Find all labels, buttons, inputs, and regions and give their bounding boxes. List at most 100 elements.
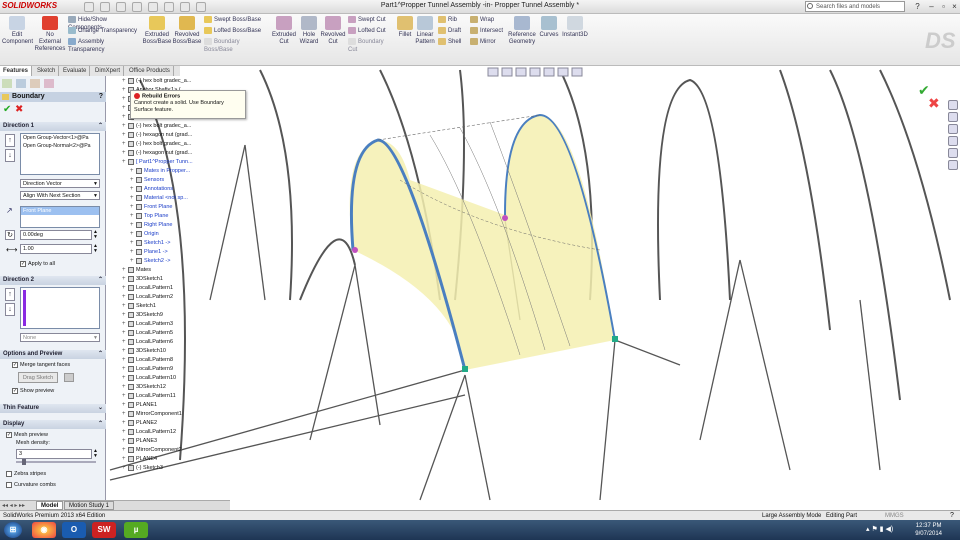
tree-item[interactable]: + Sketch2 -> xyxy=(130,257,170,265)
chrome-icon[interactable]: ◉ xyxy=(32,522,56,538)
tree-item[interactable]: + LocalLPattern8 xyxy=(122,356,173,364)
tab-motion-study[interactable]: Motion Study 1 xyxy=(64,501,115,510)
direction1-header[interactable]: Direction 1 ⌃ xyxy=(0,122,106,131)
tree-item[interactable]: + LocalLPattern10 xyxy=(122,374,176,382)
tree-item[interactable]: + (-) hex bolt gradec_a... xyxy=(122,140,191,148)
tree-item[interactable]: + LocalLPattern3 xyxy=(122,320,173,328)
selected-reference[interactable]: Front Plane xyxy=(21,207,99,215)
view-palette-tab-icon[interactable] xyxy=(948,136,958,146)
tree-item[interactable]: + Plane1 -> xyxy=(130,248,168,256)
tree-item[interactable]: + MirrorComponent1 xyxy=(122,410,182,418)
options-header[interactable]: Options and Preview ⌃ xyxy=(0,350,106,359)
hole-wizard-button[interactable]: Hole Wizard xyxy=(298,16,320,46)
tree-item[interactable]: +3DSketch1 xyxy=(122,275,163,283)
change-transparency-button[interactable]: Change Transparency xyxy=(68,27,140,35)
restore-button[interactable]: ▫ xyxy=(938,1,949,12)
minimize-button[interactable]: – xyxy=(926,1,937,12)
start-button-icon[interactable]: ⊞ xyxy=(4,522,22,538)
ok-button[interactable]: ✔ xyxy=(3,104,11,115)
move-up-button[interactable]: ↑ xyxy=(5,134,15,147)
tree-item[interactable]: + (-) Sketch3 xyxy=(122,464,163,472)
instant3d-button[interactable]: Instant3D xyxy=(560,16,590,39)
shell-button[interactable]: Shell xyxy=(438,38,470,46)
boundary-cut-button[interactable]: Boundary Cut xyxy=(348,38,394,54)
alignment-select[interactable]: Align With Next Section ▼ xyxy=(20,191,100,200)
list-item[interactable]: Open Group-Normal<2>@Pa xyxy=(21,142,99,150)
resources-tab-icon[interactable] xyxy=(948,100,958,110)
slider-thumb[interactable] xyxy=(22,459,26,465)
density-spinner-icon[interactable]: ▲ ▼ xyxy=(93,449,98,459)
angle-input[interactable]: 0.00deg xyxy=(20,230,92,240)
graphics-viewport[interactable]: ✔ ✖ xyxy=(108,66,960,510)
connector-point[interactable] xyxy=(612,336,618,342)
assembly-transparency-button[interactable]: Assembly Transparency xyxy=(68,38,140,54)
tree-item[interactable]: + LocalLPattern12 xyxy=(122,428,176,436)
tree-item[interactable]: + Annotations xyxy=(130,185,173,193)
wrap-button[interactable]: Wrap xyxy=(470,16,506,24)
help-icon[interactable]: ? xyxy=(912,1,923,12)
property-manager-tab-icon[interactable] xyxy=(16,79,26,88)
tangent-length-input[interactable]: 1.00 xyxy=(20,244,92,254)
direction1-curves-list[interactable]: Open Group-Vector<1>@Pa Open Group-Norma… xyxy=(20,133,100,175)
extruded-boss-button[interactable]: Extruded Boss/Base xyxy=(142,16,172,46)
tree-item[interactable]: +3DSketch12 xyxy=(122,383,166,391)
search-input[interactable]: Search files and models xyxy=(805,1,905,12)
move-down-button[interactable]: ↓ xyxy=(5,149,15,162)
tree-item[interactable]: + Sensors xyxy=(130,176,164,184)
tree-item[interactable]: + LocalLPattern6 xyxy=(122,338,173,346)
custom-properties-tab-icon[interactable] xyxy=(948,160,958,170)
tree-item[interactable]: +3DSketch9 xyxy=(122,311,163,319)
previous-view-icon[interactable] xyxy=(515,67,527,77)
display-style-icon[interactable] xyxy=(557,67,569,77)
extruded-cut-button[interactable]: Extruded Cut xyxy=(270,16,298,46)
tab-features[interactable]: Features xyxy=(0,66,33,76)
tree-item[interactable]: + Mates xyxy=(122,266,151,274)
mesh-density-input[interactable]: 3 xyxy=(16,449,92,459)
no-external-references-button[interactable]: No External References xyxy=(34,16,66,53)
tab-sketch[interactable]: Sketch xyxy=(34,66,60,76)
clock[interactable]: 12:37 PM 9/07/2014 xyxy=(915,522,942,538)
reverse-direction-icon[interactable]: ↻ xyxy=(5,230,15,240)
tree-item[interactable]: + PLANE1 xyxy=(122,401,157,409)
edit-component-button[interactable]: Edit Component xyxy=(2,16,33,46)
tree-item[interactable]: + (-) hex bolt gradec_a... xyxy=(122,77,191,85)
direction2-tangent-select[interactable]: None ▼ xyxy=(20,333,100,342)
lofted-cut-button[interactable]: Lofted Cut xyxy=(348,27,394,35)
zebra-stripes-checkbox[interactable]: Zebra stripes xyxy=(6,470,46,478)
utorrent-icon[interactable]: µ xyxy=(124,522,148,538)
tree-item[interactable]: + PLANE3 xyxy=(122,437,157,445)
endpoint-marker[interactable] xyxy=(352,247,358,253)
tree-item[interactable]: + (-) hexagon nut (grad... xyxy=(122,149,192,157)
mesh-density-slider[interactable] xyxy=(16,461,96,463)
reference-geometry-button[interactable]: Reference Geometry xyxy=(506,16,538,46)
curvature-combs-checkbox[interactable]: Curvature combs xyxy=(6,481,56,489)
tree-item[interactable]: + (-) hex bolt gradec_a... xyxy=(122,122,191,130)
tree-item[interactable]: + Sketch1 -> xyxy=(130,239,170,247)
tree-item[interactable]: +[ Part1^Propper Tunn... xyxy=(122,158,193,166)
undo-sketch-drag-icon[interactable] xyxy=(64,373,74,382)
solidworks-taskbar-icon[interactable]: SW xyxy=(92,522,116,538)
swept-boss-button[interactable]: Swept Boss/Base xyxy=(204,16,270,24)
outlook-icon[interactable]: O xyxy=(62,522,86,538)
lofted-boss-button[interactable]: Lofted Boss/Base xyxy=(204,27,270,35)
tree-item[interactable]: + Origin xyxy=(130,230,159,238)
apply-to-all-checkbox[interactable]: ✓ Apply to all xyxy=(20,260,55,268)
tree-item[interactable]: + PLANE4 xyxy=(122,455,157,463)
tree-item[interactable]: + MirrorComponent2 xyxy=(122,446,182,454)
show-preview-checkbox[interactable]: ✓ Show preview xyxy=(12,387,54,395)
tree-item[interactable]: + LocalLPattern5 xyxy=(122,329,173,337)
linear-pattern-button[interactable]: Linear Pattern xyxy=(414,16,436,46)
tree-item[interactable]: + Mates in Propper... xyxy=(130,167,190,175)
swept-cut-button[interactable]: Swept Cut xyxy=(348,16,394,24)
appearance-manager-tab-icon[interactable] xyxy=(44,79,54,88)
zoom-to-fit-icon[interactable] xyxy=(487,67,499,77)
close-button[interactable]: × xyxy=(949,1,960,12)
hide-show-items-icon[interactable] xyxy=(571,67,583,77)
appearances-tab-icon[interactable] xyxy=(948,148,958,158)
merge-tangent-checkbox[interactable]: ✓ Merge tangent faces xyxy=(12,361,70,369)
move-down-button[interactable]: ↓ xyxy=(5,303,15,316)
design-library-tab-icon[interactable] xyxy=(948,112,958,122)
tree-item[interactable]: + LocalLPattern1 xyxy=(122,284,173,292)
view-orientation-icon[interactable] xyxy=(543,67,555,77)
tree-item[interactable]: + Top Plane xyxy=(130,212,168,220)
